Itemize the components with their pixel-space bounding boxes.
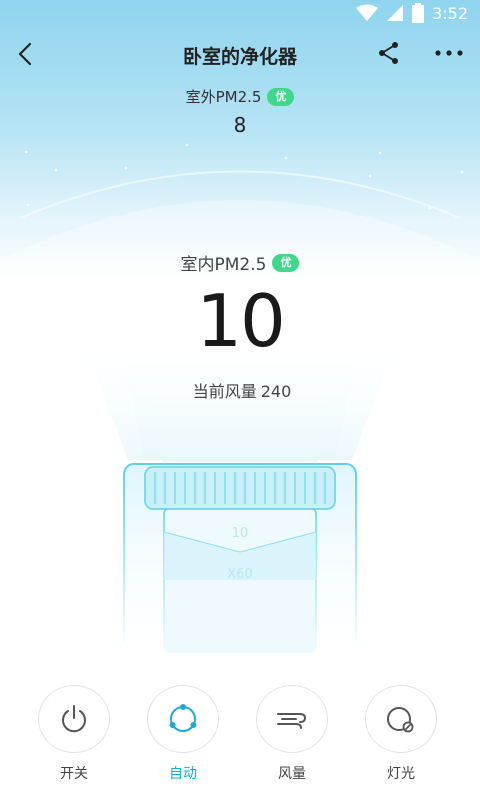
more-icon[interactable] xyxy=(434,40,464,66)
wind-icon xyxy=(277,713,307,729)
power-label: 开关 xyxy=(60,766,88,782)
status-time: 3:52 xyxy=(432,3,468,23)
auto-icon xyxy=(169,704,197,732)
fan-speed-button[interactable]: 风量 xyxy=(255,685,329,783)
filter-life-value: 10 xyxy=(231,526,249,541)
light-button[interactable]: 灯光 xyxy=(364,685,438,783)
power-button-circle[interactable] xyxy=(38,685,110,753)
back-icon[interactable] xyxy=(12,40,40,68)
indoor-pm25-value: 10 xyxy=(196,279,286,363)
outdoor-pm25: 室外PM2.5 优 8 xyxy=(0,86,480,137)
wifi-icon xyxy=(356,4,379,21)
fan-speed-button-circle[interactable] xyxy=(256,685,328,753)
light-label: 灯光 xyxy=(387,766,415,782)
power-button[interactable]: 开关 xyxy=(37,685,111,783)
indoor-quality-badge: 优 xyxy=(272,253,300,272)
auto-mode-button[interactable]: 自动 xyxy=(146,685,220,783)
outdoor-pm25-label: 室外PM2.5 xyxy=(185,88,262,106)
auto-mode-button-circle[interactable] xyxy=(147,685,219,753)
airflow-value: 240 xyxy=(260,382,292,401)
status-bar: 3:52 xyxy=(0,0,480,28)
light-icon xyxy=(387,707,414,733)
page-title: 卧室的净化器 xyxy=(182,46,297,68)
signal-icon xyxy=(387,5,404,21)
power-icon xyxy=(62,705,86,733)
control-bar: 开关 自动 风量 灯光 xyxy=(0,685,480,785)
filter-multiplier: X60 xyxy=(227,567,253,582)
fan-speed-label: 风量 xyxy=(278,766,306,782)
app-bar: 卧室的净化器 xyxy=(0,28,480,80)
share-icon[interactable] xyxy=(376,40,402,66)
auto-mode-label: 自动 xyxy=(169,766,197,782)
light-button-circle[interactable] xyxy=(365,685,437,753)
outdoor-pm25-value: 8 xyxy=(233,113,247,137)
indoor-pm25-label: 室内PM2.5 xyxy=(180,255,267,275)
outdoor-quality-badge: 优 xyxy=(267,87,295,106)
airflow-label: 当前风量 xyxy=(192,382,257,401)
battery-icon xyxy=(412,3,425,23)
airflow-status: 当前风量 240 xyxy=(0,378,480,402)
indoor-pm25: 室内PM2.5 优 10 xyxy=(0,250,480,361)
